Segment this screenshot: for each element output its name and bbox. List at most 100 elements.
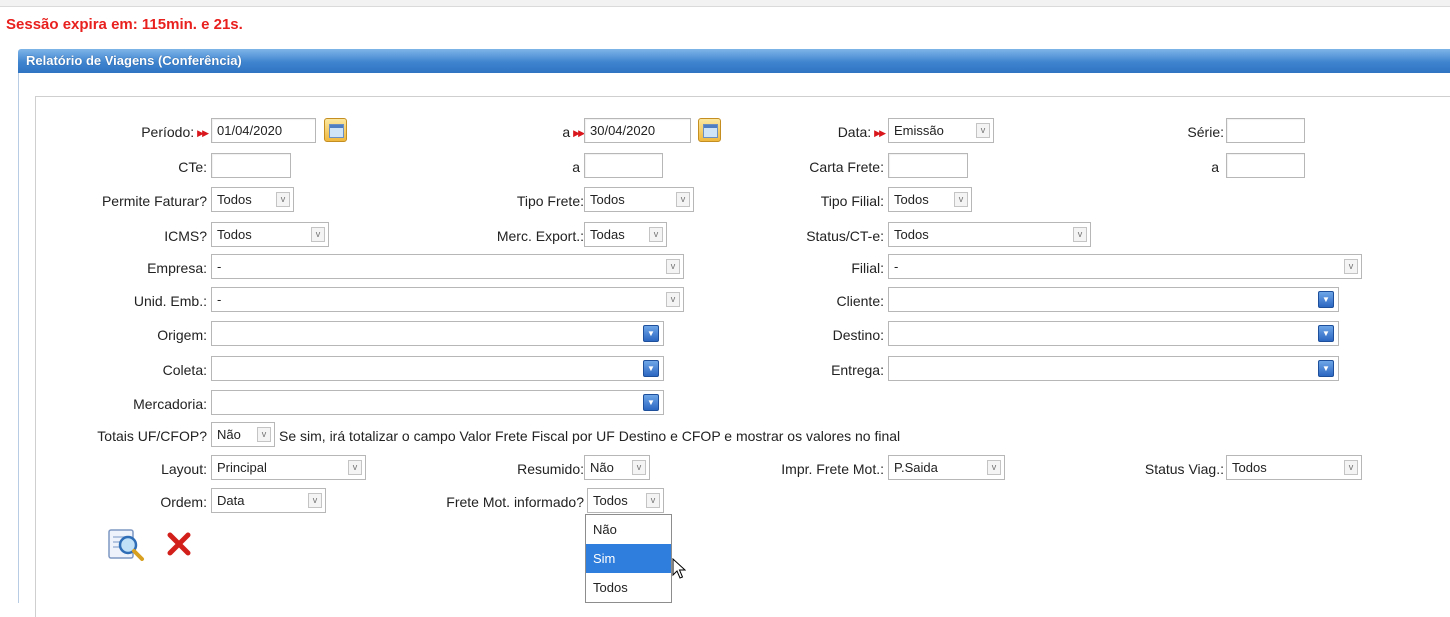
merc-export-value: Todas bbox=[590, 227, 625, 242]
carta-frete-a-label: a bbox=[1211, 159, 1219, 175]
tipo-filial-select[interactable]: Todos v bbox=[888, 187, 972, 212]
periodo-start-input[interactable]: 01/04/2020 bbox=[211, 118, 316, 143]
status-cte-value: Todos bbox=[894, 227, 929, 242]
layout-select[interactable]: Principal v bbox=[211, 455, 366, 480]
dropdown-option-sim[interactable]: Sim bbox=[586, 544, 671, 573]
frete-mot-informado-value: Todos bbox=[593, 493, 628, 508]
dropdown-option-todos[interactable]: Todos bbox=[586, 573, 671, 602]
totais-label: Totais UF/CFOP? bbox=[97, 428, 207, 444]
resumido-select[interactable]: Não v bbox=[584, 455, 650, 480]
cliente-label: Cliente: bbox=[836, 293, 884, 309]
permite-faturar-value: Todos bbox=[217, 192, 252, 207]
periodo-label: Período: ▶▶ bbox=[141, 124, 209, 140]
ordem-value: Data bbox=[217, 493, 245, 508]
tipo-frete-label: Tipo Frete: bbox=[516, 193, 584, 209]
required-arrow-icon: ▶▶ bbox=[874, 128, 886, 138]
tipo-frete-value: Todos bbox=[590, 192, 625, 207]
periodo-end-input[interactable]: 30/04/2020 bbox=[584, 118, 691, 143]
chevron-down-icon: v bbox=[666, 292, 680, 307]
dropdown-option-nao[interactable]: Não bbox=[586, 515, 671, 544]
cte-label: CTe: bbox=[178, 159, 207, 175]
status-cte-select[interactable]: Todos v bbox=[888, 222, 1091, 247]
icms-value: Todos bbox=[217, 227, 252, 242]
status-viag-label: Status Viag.: bbox=[1144, 461, 1224, 477]
chevron-down-icon: v bbox=[1073, 227, 1087, 242]
calendar-icon[interactable] bbox=[698, 118, 721, 142]
cte-end-input[interactable] bbox=[584, 153, 663, 178]
frete-mot-informado-select[interactable]: Todos v bbox=[587, 488, 664, 513]
merc-export-label: Merc. Export.: bbox=[496, 228, 584, 244]
calendar-icon[interactable] bbox=[324, 118, 347, 142]
unid-emb-value: - bbox=[217, 292, 222, 307]
chevron-down-icon: v bbox=[311, 227, 325, 242]
cliente-select[interactable]: ▼ bbox=[888, 287, 1339, 312]
resumido-label: Resumido: bbox=[517, 461, 584, 477]
status-viag-select[interactable]: Todos v bbox=[1226, 455, 1362, 480]
empresa-select[interactable]: -v bbox=[211, 254, 684, 279]
totais-value: Não bbox=[217, 427, 241, 442]
filial-select[interactable]: -v bbox=[888, 254, 1362, 279]
entrega-select[interactable]: ▼ bbox=[888, 356, 1339, 381]
destino-select[interactable]: ▼ bbox=[888, 321, 1339, 346]
tipo-filial-value: Todos bbox=[894, 192, 929, 207]
merc-export-select[interactable]: Todas v bbox=[584, 222, 667, 247]
dropdown-button-icon[interactable]: ▼ bbox=[1318, 325, 1334, 342]
search-report-icon[interactable] bbox=[107, 527, 153, 561]
tipo-frete-select[interactable]: Todos v bbox=[584, 187, 694, 212]
chevron-down-icon: v bbox=[976, 123, 990, 138]
clear-x-icon[interactable] bbox=[166, 532, 192, 556]
unid-emb-select[interactable]: -v bbox=[211, 287, 684, 312]
frete-mot-informado-label: Frete Mot. informado? bbox=[446, 494, 584, 510]
filial-value: - bbox=[894, 259, 899, 274]
chevron-down-icon: v bbox=[676, 192, 690, 207]
ordem-label: Ordem: bbox=[160, 494, 207, 510]
dropdown-button-icon[interactable]: ▼ bbox=[643, 360, 659, 377]
empresa-label: Empresa: bbox=[147, 260, 207, 276]
totais-select[interactable]: Não v bbox=[211, 422, 275, 447]
permite-faturar-select[interactable]: Todos v bbox=[211, 187, 294, 212]
entrega-label: Entrega: bbox=[831, 362, 884, 378]
data-label: Data: ▶▶ bbox=[837, 124, 886, 140]
data-select[interactable]: Emissão v bbox=[888, 118, 994, 143]
coleta-select[interactable]: ▼ bbox=[211, 356, 664, 381]
dropdown-button-icon[interactable]: ▼ bbox=[1318, 291, 1334, 308]
serie-end-input[interactable] bbox=[1226, 153, 1305, 178]
chevron-down-icon: v bbox=[632, 460, 646, 475]
unid-emb-label: Unid. Emb.: bbox=[133, 293, 207, 309]
dropdown-button-icon[interactable]: ▼ bbox=[643, 325, 659, 342]
tipo-filial-label: Tipo Filial: bbox=[820, 193, 884, 209]
dropdown-button-icon[interactable]: ▼ bbox=[643, 394, 659, 411]
status-cte-label: Status/CT-e: bbox=[806, 228, 884, 244]
serie-input[interactable] bbox=[1226, 118, 1305, 143]
dropdown-button-icon[interactable]: ▼ bbox=[1318, 360, 1334, 377]
chevron-down-icon: v bbox=[954, 192, 968, 207]
carta-frete-start-input[interactable] bbox=[888, 153, 968, 178]
layout-label: Layout: bbox=[161, 461, 207, 477]
chevron-down-icon: v bbox=[1344, 460, 1358, 475]
chevron-down-icon: v bbox=[257, 427, 271, 442]
chevron-down-icon: v bbox=[1344, 259, 1358, 274]
chevron-down-icon: v bbox=[666, 259, 680, 274]
required-arrow-icon: ▶▶ bbox=[197, 128, 209, 138]
impr-frete-mot-label: Impr. Frete Mot.: bbox=[781, 461, 884, 477]
cte-a-label: a bbox=[572, 159, 580, 175]
status-viag-value: Todos bbox=[1232, 460, 1267, 475]
ordem-select[interactable]: Data v bbox=[211, 488, 326, 513]
icms-select[interactable]: Todos v bbox=[211, 222, 329, 247]
origem-select[interactable]: ▼ bbox=[211, 321, 664, 346]
mouse-pointer-icon bbox=[672, 558, 686, 579]
frete-mot-informado-dropdown: Não Sim Todos bbox=[585, 514, 672, 603]
chevron-down-icon: v bbox=[987, 460, 1001, 475]
icms-label: ICMS? bbox=[164, 228, 207, 244]
empresa-value: - bbox=[217, 259, 222, 274]
permite-faturar-label: Permite Faturar? bbox=[101, 193, 207, 209]
cte-start-input[interactable] bbox=[211, 153, 291, 178]
panel-title: Relatório de Viagens (Conferência) bbox=[18, 49, 1450, 73]
resumido-value: Não bbox=[590, 460, 614, 475]
chevron-down-icon: v bbox=[649, 227, 663, 242]
chevron-down-icon: v bbox=[348, 460, 362, 475]
chevron-down-icon: v bbox=[308, 493, 322, 508]
impr-frete-mot-select[interactable]: P.Saida v bbox=[888, 455, 1005, 480]
mercadoria-select[interactable]: ▼ bbox=[211, 390, 664, 415]
impr-frete-mot-value: P.Saida bbox=[894, 460, 938, 475]
